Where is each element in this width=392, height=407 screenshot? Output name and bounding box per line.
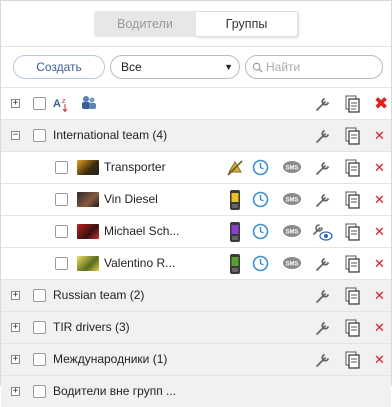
- copy-document-icon[interactable]: [345, 191, 361, 209]
- wrench-eye-icon[interactable]: [311, 222, 333, 242]
- copy-document-icon[interactable]: [345, 319, 361, 337]
- driver-name: Valentino R...: [104, 256, 176, 270]
- driver-name: Transporter: [104, 160, 166, 174]
- select-value: Все: [121, 60, 142, 74]
- expand-all-icon[interactable]: +: [11, 99, 20, 108]
- driver-checkbox[interactable]: [55, 257, 68, 270]
- filter-row: Создать Все ▼: [1, 47, 391, 87]
- clock-icon[interactable]: [252, 223, 269, 240]
- delete-icon[interactable]: ✕: [374, 160, 385, 176]
- svg-text:SMS: SMS: [286, 198, 299, 204]
- search-icon: [252, 62, 263, 73]
- collapse-icon[interactable]: −: [11, 131, 20, 140]
- phone-icon: [230, 254, 240, 274]
- no-signal-icon: [227, 160, 243, 176]
- chevron-down-icon: ▼: [224, 62, 233, 72]
- delete-icon[interactable]: ✕: [374, 256, 385, 272]
- copy-document-icon[interactable]: [345, 223, 361, 241]
- svg-text:A: A: [53, 98, 61, 110]
- list-toolbar-row: + A z ✖: [1, 87, 391, 119]
- svg-text:SMS: SMS: [286, 230, 299, 236]
- group-filter-select[interactable]: Все ▼: [110, 55, 240, 79]
- driver-row[interactable]: Valentino R... SMS ✕: [1, 247, 391, 279]
- copy-document-icon[interactable]: [345, 159, 361, 177]
- driver-row[interactable]: Vin Diesel SMS ✕: [1, 183, 391, 215]
- group-checkbox[interactable]: [33, 289, 46, 302]
- group-checkbox[interactable]: [33, 353, 46, 366]
- phone-icon: [230, 222, 240, 242]
- copy-document-icon[interactable]: [345, 351, 361, 369]
- sort-az-icon[interactable]: A z: [53, 95, 69, 113]
- wrench-icon[interactable]: [314, 159, 332, 177]
- driver-row[interactable]: Michael Sch... SMS ✕: [1, 215, 391, 247]
- svg-text:z: z: [62, 98, 66, 105]
- driver-checkbox[interactable]: [55, 161, 68, 174]
- wrench-icon[interactable]: [314, 95, 332, 113]
- phone-icon: [230, 190, 240, 210]
- sms-icon[interactable]: SMS: [282, 224, 302, 239]
- select-all-checkbox[interactable]: [33, 97, 46, 110]
- wrench-icon[interactable]: [314, 191, 332, 209]
- driver-name: Vin Diesel: [104, 192, 158, 206]
- expand-icon[interactable]: +: [11, 291, 20, 300]
- group-name: Международники (1): [53, 352, 168, 366]
- delete-icon[interactable]: ✖: [374, 94, 388, 114]
- sms-icon[interactable]: SMS: [282, 192, 302, 207]
- svg-text:SMS: SMS: [286, 262, 299, 268]
- copy-document-icon[interactable]: [345, 95, 361, 113]
- search-input[interactable]: [266, 60, 376, 74]
- driver-avatar: [77, 160, 99, 175]
- svg-text:SMS: SMS: [286, 166, 299, 172]
- search-box[interactable]: [245, 55, 383, 79]
- expand-icon[interactable]: +: [11, 387, 20, 396]
- group-name: International team (4): [53, 128, 168, 142]
- delete-icon[interactable]: ✕: [374, 224, 385, 240]
- sms-icon[interactable]: SMS: [282, 256, 302, 271]
- tab-group: Водители Группы: [94, 10, 298, 37]
- driver-row[interactable]: Transporter SMS ✕: [1, 151, 391, 183]
- driver-name: Michael Sch...: [104, 224, 180, 238]
- group-users-icon[interactable]: [79, 94, 99, 112]
- expand-icon[interactable]: +: [11, 323, 20, 332]
- tab-drivers[interactable]: Водители: [94, 10, 196, 37]
- clock-icon[interactable]: [252, 159, 269, 176]
- driver-avatar: [77, 224, 99, 239]
- wrench-icon[interactable]: [314, 351, 332, 369]
- wrench-icon[interactable]: [314, 255, 332, 273]
- clock-icon[interactable]: [252, 191, 269, 208]
- wrench-icon[interactable]: [314, 127, 332, 145]
- driver-avatar: [77, 192, 99, 207]
- delete-icon[interactable]: ✕: [374, 192, 385, 208]
- driver-checkbox[interactable]: [55, 225, 68, 238]
- tabs-bar: Водители Группы: [1, 1, 391, 47]
- delete-icon[interactable]: ✕: [374, 352, 385, 368]
- group-checkbox[interactable]: [33, 385, 46, 398]
- driver-checkbox[interactable]: [55, 193, 68, 206]
- driver-avatar: [77, 256, 99, 271]
- group-name: TIR drivers (3): [53, 320, 130, 334]
- delete-icon[interactable]: ✕: [374, 288, 385, 304]
- group-checkbox[interactable]: [33, 129, 46, 142]
- wrench-icon[interactable]: [314, 287, 332, 305]
- group-row[interactable]: + Водители вне групп ...: [1, 375, 391, 407]
- copy-document-icon[interactable]: [345, 255, 361, 273]
- group-name: Russian team (2): [53, 288, 145, 302]
- wrench-icon[interactable]: [314, 319, 332, 337]
- clock-icon[interactable]: [252, 255, 269, 272]
- copy-document-icon[interactable]: [345, 287, 361, 305]
- group-row[interactable]: + TIR drivers (3) ✕: [1, 311, 391, 343]
- group-checkbox[interactable]: [33, 321, 46, 334]
- group-row[interactable]: + Russian team (2) ✕: [1, 279, 391, 311]
- expand-icon[interactable]: +: [11, 355, 20, 364]
- delete-icon[interactable]: ✕: [374, 320, 385, 336]
- group-name: Водители вне групп ...: [53, 384, 177, 398]
- sms-icon[interactable]: SMS: [282, 160, 302, 175]
- groups-panel: Водители Группы Создать Все ▼ + A z: [0, 0, 392, 407]
- copy-document-icon[interactable]: [345, 127, 361, 145]
- group-row[interactable]: − International team (4) ✕: [1, 119, 391, 151]
- tab-groups[interactable]: Группы: [196, 10, 298, 37]
- group-row[interactable]: + Международники (1) ✕: [1, 343, 391, 375]
- create-button[interactable]: Создать: [13, 55, 105, 79]
- delete-icon[interactable]: ✕: [374, 128, 385, 144]
